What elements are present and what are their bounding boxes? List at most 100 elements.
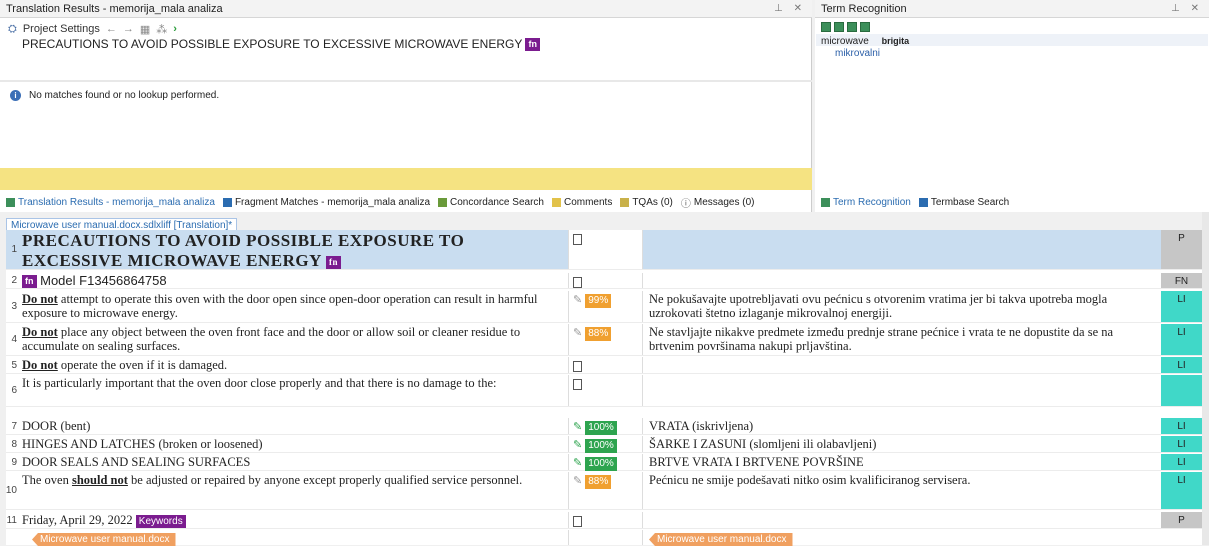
segment-row[interactable]: 3 Do not attempt to operate this oven wi… [6, 291, 1202, 323]
editor-scrollbar[interactable] [1202, 212, 1209, 545]
segment-number: 3 [11, 301, 17, 312]
match-percent: 88% [585, 327, 612, 341]
back-arrow-icon[interactable]: ← [106, 23, 117, 35]
segment-row[interactable]: 2 fn Model F13456864758 FN [6, 273, 1202, 289]
check-pencil-icon: ✎ [573, 421, 583, 433]
document-icon [573, 361, 582, 372]
expand-arrow-icon[interactable]: › [173, 23, 177, 35]
segment-target[interactable] [643, 273, 1161, 288]
panel-controls[interactable]: ⊥ ✕ [774, 3, 806, 14]
translation-results-icon [6, 197, 15, 207]
segment-target[interactable] [643, 375, 1161, 406]
segment-source[interactable]: DOOR SEALS AND SEALING SURFACES [18, 454, 568, 470]
segment-row[interactable]: 10 The oven should not be adjusted or re… [6, 472, 1202, 510]
term-target[interactable]: mikrovalni [835, 48, 880, 59]
pencil-icon: ✎ [573, 327, 583, 339]
bottom-tabs: Translation Results - memorija_mala anal… [4, 193, 756, 211]
segment-number: 8 [11, 438, 17, 450]
segment-target[interactable] [643, 230, 1161, 269]
source-bold-text: should not [71, 473, 128, 487]
forward-arrow-icon[interactable]: → [123, 23, 134, 35]
segment-source[interactable]: Do not operate the oven if it is damaged… [18, 357, 568, 373]
termbase-name: brigita [881, 36, 910, 46]
segment-row[interactable]: 11 Friday, April 29, 2022 Keywords P [6, 512, 1202, 529]
term-tool-icon[interactable] [847, 22, 857, 32]
tab-label: TQAs (0) [632, 196, 673, 208]
segment-status [568, 230, 643, 269]
document-end-tag: Microwave user manual.docx [649, 533, 793, 546]
tab-translation-results[interactable]: Translation Results - memorija_mala anal… [4, 197, 217, 208]
tab-tqas[interactable]: TQAs (0) [618, 197, 675, 208]
segment-target[interactable] [643, 357, 1161, 373]
segment-status: ✎ 100% [568, 418, 643, 435]
translation-results-toolbar: ⛭ Project Settings ← → ▦ ⁂ › [8, 20, 177, 38]
document-icon [573, 234, 582, 245]
tab-label: Messages (0) [693, 196, 755, 208]
segment-number: 6 [11, 385, 17, 396]
grid-icon[interactable]: ▦ [140, 23, 150, 36]
term-source-row[interactable]: microwave brigita [821, 36, 909, 47]
document-end-tag: Microwave user manual.docx [32, 533, 176, 546]
segment-row[interactable]: 8 HINGES AND LATCHES (broken or loosened… [6, 436, 1202, 453]
project-settings-button[interactable]: Project Settings [23, 23, 100, 35]
segment-row[interactable]: 7 DOOR (bent) ✎ 100% VRATA (iskrivljena) … [6, 418, 1202, 435]
source-end-tag-cell: Microwave user manual.docx [18, 530, 568, 546]
segment-row[interactable]: 1 PRECAUTIONS TO AVOID POSSIBLE EXPOSURE… [6, 230, 1202, 270]
segment-source[interactable]: HINGES AND LATCHES (broken or loosened) [18, 436, 568, 452]
term-tool-icon[interactable] [821, 22, 831, 32]
segment-source[interactable]: The oven should not be adjusted or repai… [18, 472, 568, 509]
tab-comments[interactable]: Comments [550, 197, 614, 208]
segment-status [568, 530, 643, 545]
segment-target[interactable]: Pećnicu ne smije podešavati nitko osim k… [643, 472, 1161, 509]
translation-results-title: Translation Results - memorija_mala anal… [6, 2, 223, 15]
segment-source[interactable]: DOOR (bent) [18, 418, 568, 434]
segment-target[interactable]: Ne stavljajte nikakve predmete između pr… [643, 324, 1161, 355]
segment-target[interactable] [643, 512, 1161, 528]
tab-label: Fragment Matches - memorija_mala analiza [234, 196, 431, 208]
term-tool-icon[interactable] [860, 22, 870, 32]
term-recognition-title: Term Recognition [821, 2, 907, 15]
tab-label: Termbase Search [930, 196, 1010, 208]
info-text: No matches found or no lookup performed. [29, 90, 220, 101]
term-recognition-title-bar: Term Recognition ⊥ ✕ [815, 0, 1209, 18]
segment-source[interactable]: Do not attempt to operate this oven with… [18, 291, 568, 322]
segment-source[interactable]: It is particularly important that the ov… [18, 375, 568, 406]
source-segment-preview: PRECAUTIONS TO AVOID POSSIBLE EXPOSURE T… [22, 37, 540, 52]
tab-messages[interactable]: ⓘ Messages (0) [679, 195, 757, 210]
tab-concordance-search[interactable]: Concordance Search [436, 197, 546, 208]
segment-source[interactable]: Do not place any object between the oven… [18, 324, 568, 355]
match-percent: 100% [585, 421, 617, 435]
tab-term-recognition[interactable]: Term Recognition [819, 197, 913, 208]
segment-row[interactable]: 6 It is particularly important that the … [6, 375, 1202, 407]
segment-target[interactable]: ŠARKE I ZASUNI (slomljeni ili olabavljen… [643, 436, 1161, 452]
term-tabs: Term Recognition Termbase Search [819, 193, 1011, 211]
segment-source[interactable]: fn Model F13456864758 [18, 273, 568, 289]
segment-row[interactable]: 5 Do not operate the oven if it is damag… [6, 357, 1202, 374]
segment-number: 4 [11, 334, 17, 345]
segment-status [568, 273, 643, 288]
project-settings-icon[interactable]: ⛭ [8, 23, 17, 36]
segment-source[interactable]: Friday, April 29, 2022 Keywords [18, 512, 568, 528]
segment-row[interactable]: 9 DOOR SEALS AND SEALING SURFACES ✎ 100% … [6, 454, 1202, 471]
structure-code: LI [1161, 454, 1202, 470]
segment-target[interactable]: BRTVE VRATA I BRTVENE POVRŠINE [643, 454, 1161, 470]
concordance-icon [438, 197, 448, 207]
segment-number: 9 [11, 456, 17, 468]
segment-target[interactable]: VRATA (iskrivljena) [643, 418, 1161, 434]
fragment-icon [222, 197, 232, 207]
info-icon: i [10, 90, 21, 101]
tab-fragment-matches[interactable]: Fragment Matches - memorija_mala analiza [221, 197, 432, 208]
document-icon [573, 516, 582, 527]
segment-row[interactable]: 4 Do not place any object between the ov… [6, 324, 1202, 356]
filter-icon[interactable]: ⁂ [156, 23, 167, 36]
source-text: be adjusted or repaired by anyone except… [127, 473, 523, 487]
tab-termbase-search[interactable]: Termbase Search [917, 197, 1011, 208]
panel-controls[interactable]: ⊥ ✕ [1171, 3, 1203, 14]
segment-target[interactable]: Ne pokušavajte upotrebljavati ovu pećnic… [643, 291, 1161, 322]
target-end-tag-cell: Microwave user manual.docx [643, 530, 1161, 546]
source-text: attempt to operate this oven with the do… [22, 292, 538, 320]
term-tool-icon[interactable] [834, 22, 844, 32]
source-bold-text: Do not [22, 358, 58, 372]
segment-source[interactable]: PRECAUTIONS TO AVOID POSSIBLE EXPOSURE T… [18, 230, 568, 270]
document-icon [573, 379, 582, 390]
